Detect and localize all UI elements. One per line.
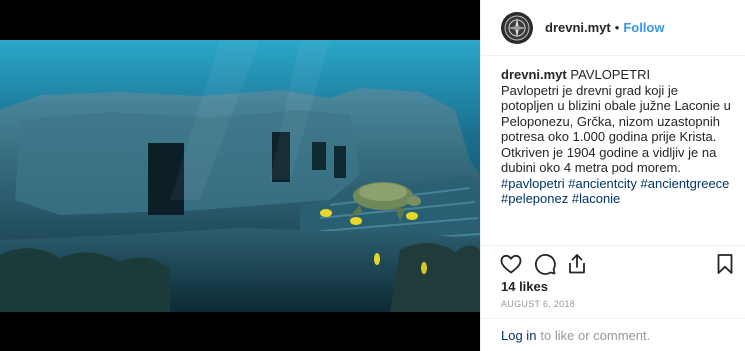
likes-count[interactable]: 14 likes (501, 279, 548, 294)
post-side-panel: drevni.myt • Follow drevni.myt PAVLOPETR… (480, 0, 745, 351)
underwater-ruins-image (0, 0, 480, 351)
save-button[interactable] (713, 252, 737, 276)
caption-username-link[interactable]: drevni.myt (501, 67, 567, 82)
compass-logo-icon (504, 15, 530, 40)
action-bar (481, 245, 745, 277)
hashtag-link[interactable]: #peleponez (501, 191, 568, 206)
post-header: drevni.myt • Follow (481, 0, 745, 56)
post-image[interactable] (0, 0, 480, 351)
login-link[interactable]: Log in (501, 328, 536, 343)
hashtag-link[interactable]: #pavlopetri (501, 176, 565, 191)
comment-bubble-icon (534, 254, 556, 275)
share-icon (569, 254, 585, 274)
comment-bar: Log in to like or comment. (481, 318, 745, 351)
caption-body: Pavlopetri je drevni grad koji je potopl… (501, 82, 731, 176)
follow-button[interactable]: Follow (623, 20, 664, 35)
comment-button[interactable] (533, 252, 557, 276)
share-button[interactable] (565, 252, 589, 276)
username-link[interactable]: drevni.myt (545, 20, 611, 35)
post-date[interactable]: AUGUST 6, 2018 (501, 299, 575, 309)
like-button[interactable] (499, 252, 523, 276)
comment-prompt-text: to like or comment. (540, 327, 651, 343)
hashtag-link[interactable]: #laconie (572, 191, 620, 206)
separator-dot: • (614, 20, 620, 35)
hashtag-link[interactable]: #ancientcity (568, 176, 637, 191)
caption-title: PAVLOPETRI (570, 67, 651, 82)
avatar[interactable] (501, 11, 533, 44)
post-caption: drevni.myt PAVLOPETRI Pavlopetri je drev… (501, 67, 733, 207)
hashtag-link[interactable]: #ancientgreece (641, 176, 730, 191)
bookmark-icon (717, 254, 733, 274)
heart-icon (500, 254, 522, 274)
